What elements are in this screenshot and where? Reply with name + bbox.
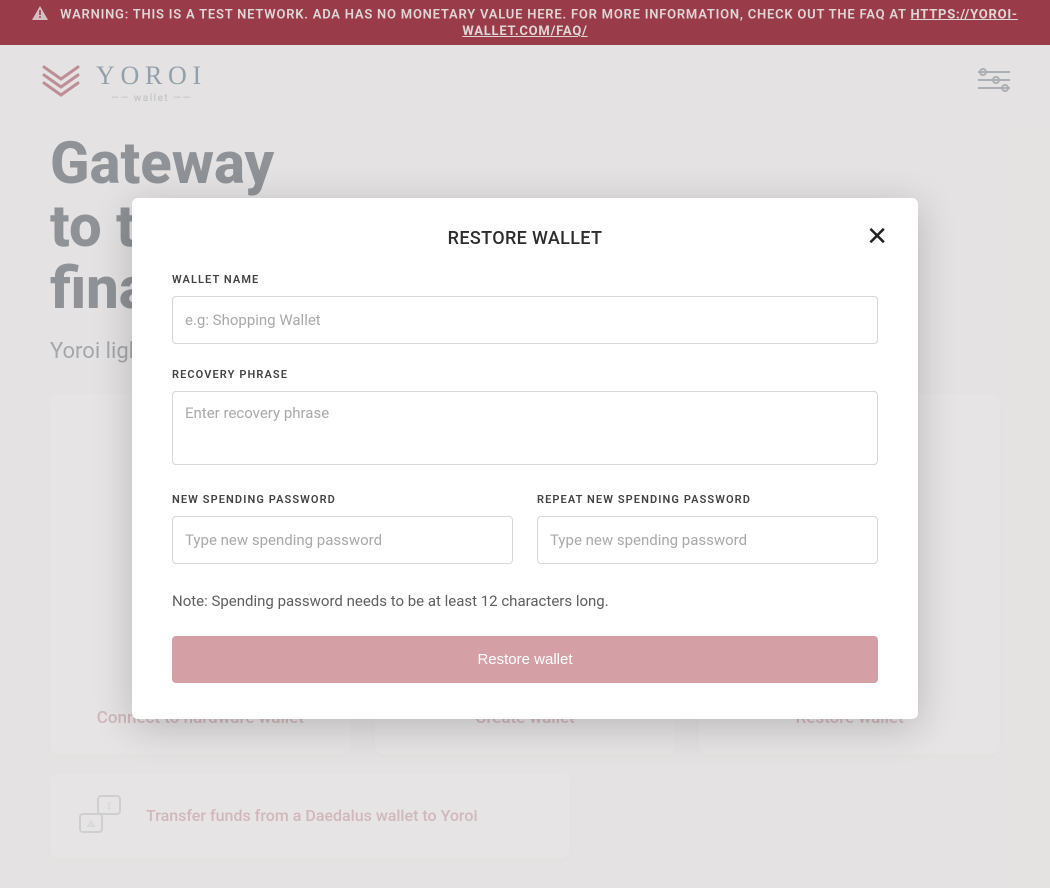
restore-wallet-modal: RESTORE WALLET ✕ WALLET NAME RECOVERY PH… xyxy=(132,198,918,719)
new-password-label: NEW SPENDING PASSWORD xyxy=(172,493,513,506)
modal-title: RESTORE WALLET xyxy=(172,228,878,249)
new-password-input[interactable] xyxy=(172,516,513,564)
recovery-phrase-input[interactable] xyxy=(172,391,878,465)
modal-overlay[interactable]: RESTORE WALLET ✕ WALLET NAME RECOVERY PH… xyxy=(0,0,1050,888)
wallet-name-input[interactable] xyxy=(172,296,878,344)
password-length-note: Note: Spending password needs to be at l… xyxy=(172,592,878,610)
recovery-phrase-label: RECOVERY PHRASE xyxy=(172,368,878,381)
wallet-name-label: WALLET NAME xyxy=(172,273,878,286)
repeat-password-label: REPEAT NEW SPENDING PASSWORD xyxy=(537,493,878,506)
repeat-password-input[interactable] xyxy=(537,516,878,564)
modal-close-icon[interactable]: ✕ xyxy=(866,224,888,250)
restore-wallet-submit-button[interactable]: Restore wallet xyxy=(172,636,878,683)
